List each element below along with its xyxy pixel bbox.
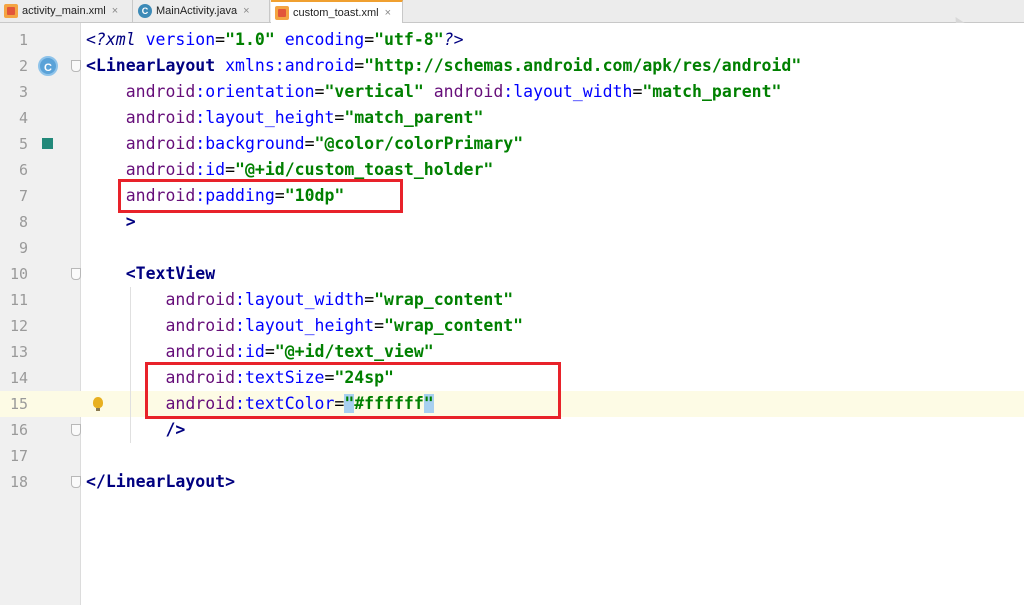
tab-activity-main-xml[interactable]: activity_main.xml × [0,0,133,22]
code-line[interactable]: 2 <LinearLayout xmlns:android="http://sch… [0,53,1024,79]
line-number: 6 [18,161,28,179]
code-line[interactable]: 3 android:orientation="vertical" android… [0,79,1024,105]
code-line[interactable]: 5 android:background="@color/colorPrimar… [0,131,1024,157]
indent-guide [130,287,131,443]
tab-label: MainActivity.java [156,5,238,17]
code-editor[interactable]: 1 <?xml version="1.0" encoding="utf-8"?> 2… [0,23,1024,605]
code-line[interactable]: 1 <?xml version="1.0" encoding="utf-8"?> [0,27,1024,53]
line-number: 16 [9,421,28,439]
line-number: 2 [18,57,28,75]
line-number: 5 [18,135,28,153]
tab-label: activity_main.xml [22,5,106,17]
line-number: 12 [9,317,28,335]
code-line[interactable]: 10 <TextView [0,261,1024,287]
close-icon[interactable]: × [243,5,249,17]
code-line[interactable]: 12 android:layout_height="wrap_content" [0,313,1024,339]
tab-mainactivity-java[interactable]: C MainActivity.java × [134,0,270,22]
color-swatch-icon[interactable] [42,138,53,149]
code-text[interactable]: android:layout_height="wrap_content" [86,313,523,339]
code-line[interactable]: 16 /> [0,417,1024,443]
fold-close-icon[interactable] [71,476,81,488]
line-number: 18 [9,473,28,491]
line-number: 11 [9,291,28,309]
code-text[interactable]: android:orientation="vertical" android:l… [86,79,782,105]
lightbulb-icon[interactable] [93,397,103,411]
line-number: 15 [9,395,28,413]
fold-open-icon[interactable] [71,60,81,72]
line-number: 17 [9,447,28,465]
code-text[interactable]: /> [86,417,185,443]
line-number: 13 [9,343,28,361]
code-text[interactable]: </LinearLayout> [86,469,235,495]
class-reference-icon[interactable]: C [38,56,58,76]
code-line[interactable]: 11 android:layout_width="wrap_content" [0,287,1024,313]
xml-file-icon [275,5,289,20]
highlight-box-padding [118,179,403,213]
code-text[interactable]: <?xml version="1.0" encoding="utf-8"?> [86,27,464,53]
close-icon[interactable]: × [385,7,391,19]
code-line[interactable]: 9 [0,235,1024,261]
code-text[interactable]: <LinearLayout xmlns:android="http://sche… [86,53,801,79]
code-line[interactable]: 17 [0,443,1024,469]
editor-tab-bar: activity_main.xml × C MainActivity.java … [0,0,1024,23]
close-icon[interactable]: × [112,5,118,17]
xml-file-icon [4,4,18,18]
java-class-icon: C [138,4,152,18]
code-text[interactable]: android:layout_width="wrap_content" [86,287,513,313]
line-number: 4 [18,109,28,127]
fold-open-icon[interactable] [71,268,81,280]
code-text[interactable]: android:background="@color/colorPrimary" [86,131,523,157]
line-number: 14 [9,369,28,387]
code-line[interactable]: 4 android:layout_height="match_parent" [0,105,1024,131]
highlight-box-text-style [145,362,561,419]
line-number: 9 [18,239,28,257]
tab-label: custom_toast.xml [293,6,379,19]
code-line[interactable]: 18 </LinearLayout> [0,469,1024,495]
line-number: 10 [9,265,28,283]
line-number: 8 [18,213,28,231]
line-number: 1 [18,31,28,49]
code-text[interactable]: android:layout_height="match_parent" [86,105,484,131]
tab-custom-toast-xml[interactable]: custom_toast.xml × [271,0,403,23]
fold-close-icon[interactable] [71,424,81,436]
line-number: 3 [18,83,28,101]
line-number: 7 [18,187,28,205]
code-text[interactable]: <TextView [86,261,215,287]
